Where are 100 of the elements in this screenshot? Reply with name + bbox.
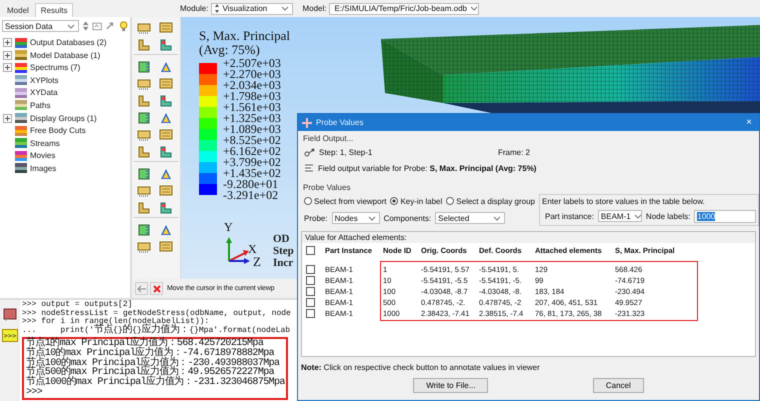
striped-square-icon <box>15 112 27 124</box>
group-label: Probe Values <box>302 183 352 192</box>
components-dropdown[interactable]: Selected <box>435 212 506 224</box>
chevron-down-icon[interactable] <box>66 22 76 30</box>
striped-card-icon <box>159 184 173 198</box>
viewport-info-text: Step <box>273 245 294 257</box>
expand-icon[interactable] <box>3 114 12 123</box>
tree-item[interactable]: Display Groups (1) <box>30 114 97 123</box>
striped-square-icon <box>15 86 27 99</box>
legend-value: -9.280e+01 <box>223 179 278 190</box>
dropdown-value: Visualization <box>222 4 268 13</box>
cancel-button[interactable] <box>150 282 163 295</box>
output-line: >>> <box>26 388 44 398</box>
dropdown-value: Selected <box>438 214 470 222</box>
dialog-button[interactable]: Cancel <box>592 378 644 393</box>
code-line: >>> output = outputs[2] <box>22 301 132 309</box>
panel-tab[interactable]: Results <box>34 3 74 17</box>
striped-card-icon <box>159 21 173 35</box>
striped-card-icon <box>159 240 173 254</box>
radio-button[interactable] <box>304 197 312 205</box>
row-checkbox[interactable] <box>306 265 315 274</box>
striped-square-icon <box>15 162 27 174</box>
select-all-checkbox[interactable] <box>306 246 315 255</box>
code-line: >>> for i in range(len(nodeLabelList)): <box>22 318 210 326</box>
note-text: Note: Click on respective check button to annotate values in viewer <box>301 362 541 374</box>
legend-value: +2.507e+03 <box>223 58 281 69</box>
row-checkbox[interactable] <box>306 298 315 307</box>
field-label: Part instance: <box>545 212 594 220</box>
message-icon <box>3 308 17 322</box>
radio-label[interactable]: Key-in label <box>400 196 442 206</box>
striped-square-icon <box>15 99 27 112</box>
variable-text: Field output variable for Probe: S, Max. Principal (Avg: 75%) <box>318 164 536 172</box>
legend-title: (Avg: 75%) <box>199 43 260 57</box>
lightbulb-icon[interactable] <box>118 20 128 32</box>
output-line: 节点1000的max Principal应力值为：-231.323046875Mpa <box>26 378 284 388</box>
expand-icon[interactable] <box>3 38 12 47</box>
l-shape-icon <box>137 145 151 159</box>
tree-item[interactable]: Movies <box>30 151 56 160</box>
spinner-icon[interactable] <box>214 3 220 14</box>
legend-value: +1.325e+03 <box>223 113 281 124</box>
dialog-button[interactable]: Write to File... <box>413 378 488 393</box>
step-text: Step: 1, Step-1 <box>319 148 374 156</box>
model-dropdown[interactable]: E:/SIMULIA/Temp/Fric/Job-beam.odb <box>329 2 480 14</box>
model-label: Model: <box>302 4 326 13</box>
tree-item[interactable]: Streams <box>30 138 60 148</box>
tree-item[interactable]: Output Databases (2) <box>30 38 106 47</box>
up-down-arrows-icon[interactable] <box>82 20 90 32</box>
legend-value: -3.291e+02 <box>223 190 280 201</box>
striped-card-icon <box>159 128 173 142</box>
chevron-down-icon[interactable] <box>632 212 643 220</box>
chevron-down-icon[interactable] <box>280 4 290 13</box>
session-data-dropdown[interactable]: Session Data <box>2 20 79 32</box>
folder-up-icon[interactable] <box>92 21 102 31</box>
legend-value: +1.798e+03 <box>223 91 281 102</box>
close-button[interactable]: × <box>743 117 755 128</box>
radio-label[interactable]: Select a display group <box>456 196 535 206</box>
radio-label[interactable]: Select from viewport <box>314 196 386 206</box>
part-instance-dropdown[interactable]: BEAM-1 <box>598 210 642 222</box>
row-checkbox[interactable] <box>306 287 315 296</box>
expand-icon[interactable] <box>3 63 12 72</box>
row-checkbox[interactable] <box>306 309 315 318</box>
tree-item[interactable]: XYPlots <box>30 76 58 85</box>
striped-square-icon <box>15 124 27 137</box>
tree-item[interactable]: Free Body Cuts <box>30 126 86 136</box>
message-area-button[interactable] <box>2 308 18 324</box>
tree-item[interactable]: XYData <box>30 88 58 98</box>
expand-icon[interactable] <box>3 50 12 60</box>
grid-legend-icon <box>137 60 151 74</box>
striped-square-icon <box>15 49 27 62</box>
dropdown-value: BEAM-1 <box>600 212 631 220</box>
triangle-icon <box>159 111 173 125</box>
striped-square-icon <box>15 74 27 86</box>
grid-legend-icon <box>137 111 151 125</box>
tree-item[interactable]: Spectrums (7) <box>30 63 80 72</box>
viewport-info-text: OD <box>273 233 290 245</box>
dropdown-value: Session Data <box>5 22 54 30</box>
back-button[interactable] <box>135 282 148 295</box>
row-checkbox[interactable] <box>306 276 315 285</box>
probe-dropdown[interactable]: Nodes <box>332 212 380 224</box>
group-label: Field Output... <box>302 134 354 143</box>
hint-text: Enter labels to store values in the table below. <box>542 197 706 206</box>
striped-square-icon <box>15 62 27 74</box>
legend-title: S, Max. Principal <box>199 29 290 43</box>
node-labels-field[interactable]: 1000 <box>694 210 756 222</box>
tree-item[interactable]: Images <box>30 164 56 173</box>
panel-tab[interactable]: Model <box>2 4 34 17</box>
triangle-icon <box>159 223 173 237</box>
chevron-down-icon[interactable] <box>492 214 502 222</box>
colored-l-shape-icon <box>159 145 173 159</box>
chevron-down-icon[interactable] <box>366 214 377 222</box>
chevron-down-icon[interactable] <box>468 4 479 13</box>
module-dropdown[interactable]: Visualization <box>211 2 294 14</box>
colored-l-shape-icon <box>159 201 173 215</box>
dropdown-value: Nodes <box>334 214 359 222</box>
radio-button[interactable] <box>446 197 454 205</box>
close-icon <box>152 284 162 294</box>
tree-item[interactable]: Paths <box>30 100 50 110</box>
grid-legend-icon <box>137 223 151 237</box>
radio-button[interactable] <box>390 197 398 205</box>
tree-item[interactable]: Model Database (1) <box>30 50 100 60</box>
